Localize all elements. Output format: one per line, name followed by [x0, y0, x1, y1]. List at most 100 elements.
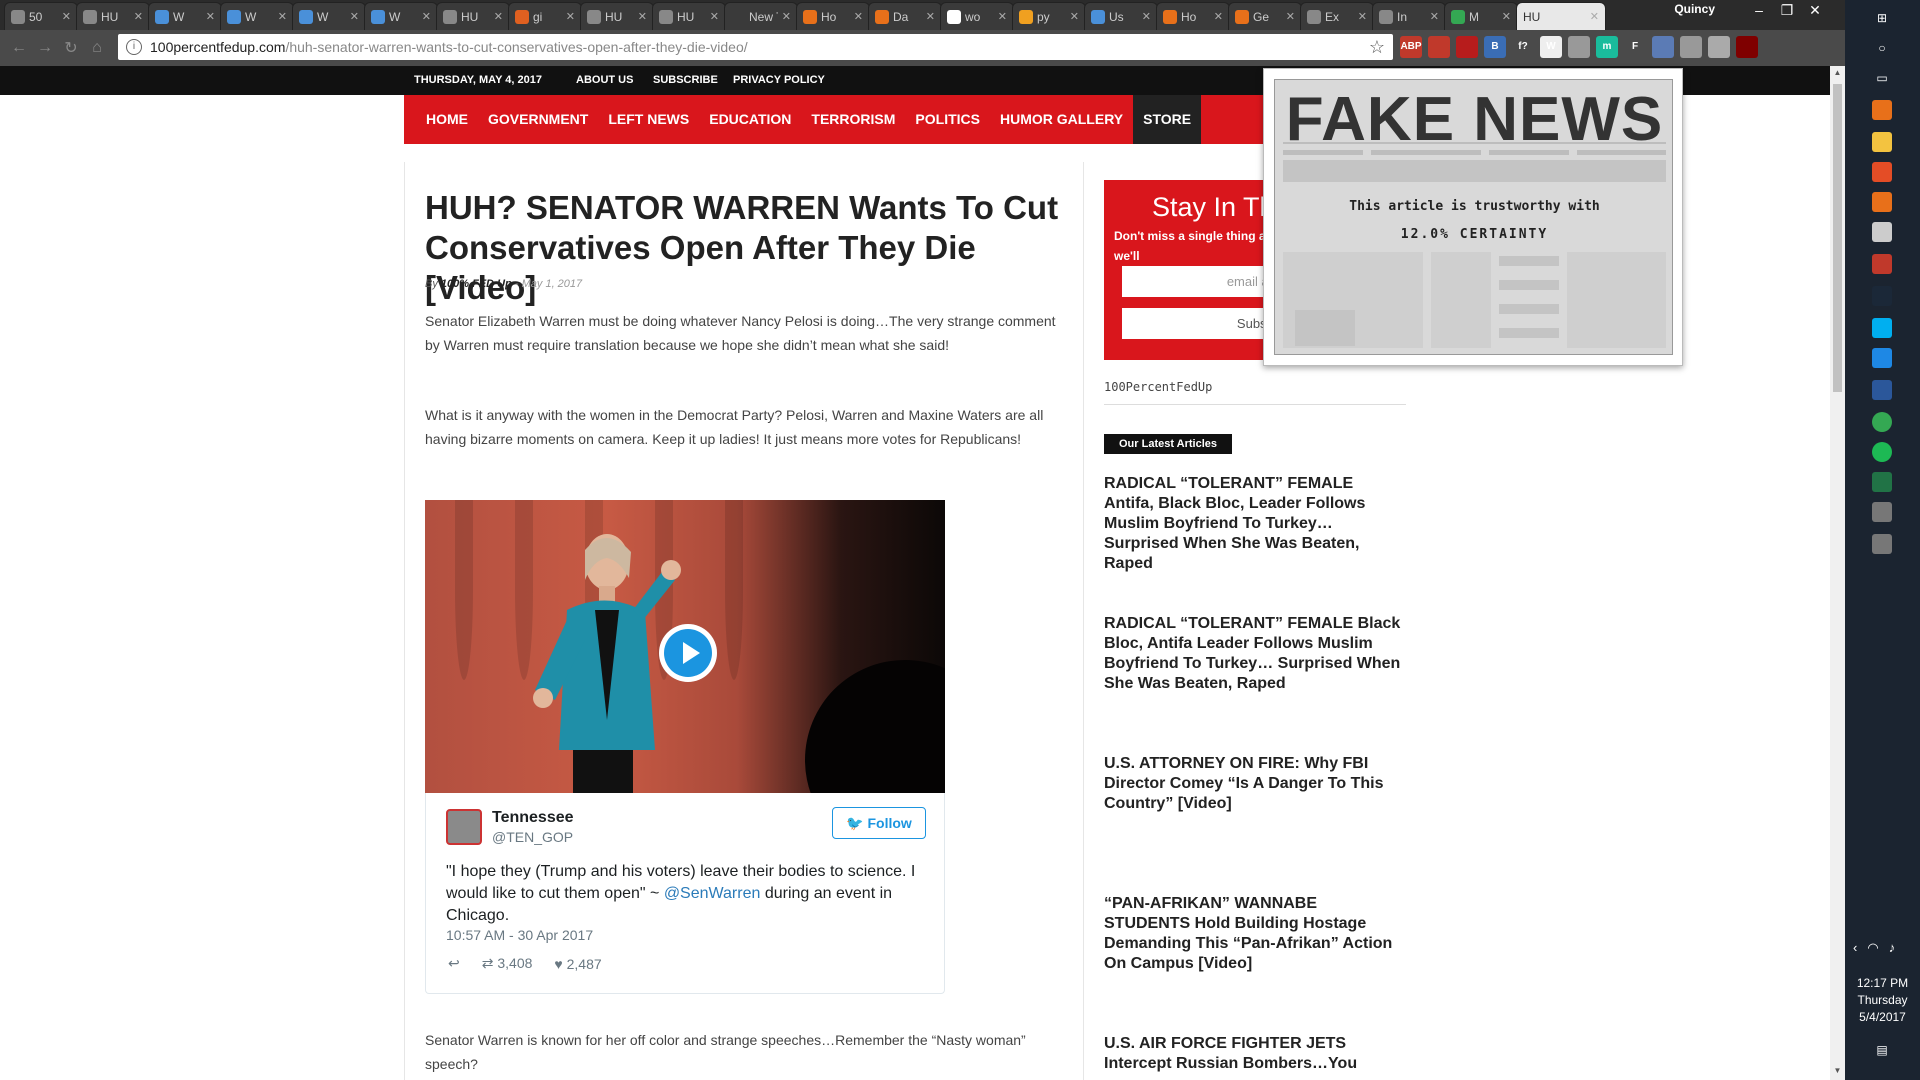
- browser-tab[interactable]: In ✕: [1372, 2, 1446, 30]
- tab-close-icon[interactable]: ✕: [1142, 10, 1151, 23]
- close-window-icon[interactable]: ✕: [1801, 0, 1829, 22]
- excel-icon[interactable]: [1872, 472, 1892, 492]
- like-action[interactable]: ♥ 2,487: [554, 956, 601, 972]
- tab-close-icon[interactable]: ✕: [710, 10, 719, 23]
- tweet-timestamp[interactable]: 10:57 AM - 30 Apr 2017: [446, 927, 593, 943]
- tab-close-icon[interactable]: ✕: [350, 10, 359, 23]
- windows-start-icon[interactable]: ⊞: [1872, 8, 1892, 28]
- site-info-icon[interactable]: i: [126, 39, 142, 55]
- reply-icon[interactable]: ↩: [448, 955, 460, 972]
- back-icon[interactable]: ←: [6, 39, 32, 57]
- pdf-app-icon[interactable]: [1872, 100, 1892, 120]
- browser-tab[interactable]: Us ✕: [1084, 2, 1158, 30]
- nav-item-store[interactable]: STORE: [1133, 95, 1202, 144]
- home-icon[interactable]: ⌂: [84, 39, 110, 57]
- bookmark-star-icon[interactable]: ☆: [1369, 37, 1385, 58]
- browser-tab[interactable]: gi ✕: [508, 2, 582, 30]
- acrobat-app-icon[interactable]: [1872, 254, 1892, 274]
- tab-close-icon[interactable]: ✕: [62, 10, 71, 23]
- ublock-origin-icon[interactable]: [1736, 36, 1758, 58]
- wifi-icon[interactable]: ◠: [1867, 940, 1878, 956]
- fake-news-extension-icon[interactable]: F: [1624, 36, 1646, 58]
- reload-icon[interactable]: ↻: [58, 38, 84, 58]
- browser-tab[interactable]: W ✕: [220, 2, 294, 30]
- browser-tab[interactable]: HU ✕: [436, 2, 510, 30]
- retweet-action[interactable]: ⇄ 3,408: [482, 955, 533, 972]
- topbar-privacy-link[interactable]: PRIVACY POLICY: [733, 74, 825, 86]
- nav-item-politics[interactable]: POLITICS: [905, 95, 990, 144]
- author-link[interactable]: 100% FED Up: [441, 278, 512, 290]
- fx-extension-icon[interactable]: f?: [1512, 36, 1534, 58]
- tab-close-icon[interactable]: ✕: [422, 10, 431, 23]
- tab-close-icon[interactable]: ✕: [998, 10, 1007, 23]
- nav-item-government[interactable]: GOVERNMENT: [478, 95, 598, 144]
- latest-article-4[interactable]: “PAN-AFRIKAN” WANNABE STUDENTS Hold Buil…: [1104, 894, 1406, 974]
- tab-close-icon[interactable]: ✕: [926, 10, 935, 23]
- app-icon-13[interactable]: [1872, 534, 1892, 554]
- app-icon-8[interactable]: [1872, 348, 1892, 368]
- browser-tab[interactable]: HU ✕: [76, 2, 150, 30]
- latest-article-5[interactable]: U.S. AIR FORCE FIGHTER JETS Intercept Ru…: [1104, 1034, 1406, 1074]
- address-bar[interactable]: i 100percentfedup.com /huh-senator-warre…: [118, 34, 1393, 60]
- browser-tab[interactable]: 50 ✕: [4, 2, 78, 30]
- video-player[interactable]: [425, 500, 945, 793]
- tab-close-icon[interactable]: ✕: [1214, 10, 1223, 23]
- acrobat-icon[interactable]: [1456, 36, 1478, 58]
- browser-tab[interactable]: Ho ✕: [796, 2, 870, 30]
- tweet-avatar[interactable]: [446, 809, 482, 845]
- page-scrollbar[interactable]: ▲ ▼: [1830, 66, 1845, 1080]
- minimize-icon[interactable]: –: [1745, 0, 1773, 22]
- restore-icon[interactable]: ❐: [1773, 0, 1801, 22]
- tab-close-icon[interactable]: ✕: [1502, 10, 1511, 23]
- tool-extension-icon[interactable]: [1680, 36, 1702, 58]
- cortana-icon[interactable]: ○: [1872, 38, 1892, 58]
- latest-article-3[interactable]: U.S. ATTORNEY ON FIRE: Why FBI Director …: [1104, 754, 1406, 814]
- tab-close-icon[interactable]: ✕: [782, 10, 791, 23]
- tweet-follow-button[interactable]: 🐦 Follow: [832, 807, 926, 839]
- browser-tab[interactable]: wo ✕: [940, 2, 1014, 30]
- nav-item-home[interactable]: HOME: [416, 95, 478, 144]
- browser-tab[interactable]: Ge ✕: [1228, 2, 1302, 30]
- chrome-icon[interactable]: [1872, 412, 1892, 432]
- browser-tab[interactable]: HU ✕: [652, 2, 726, 30]
- browser-tab[interactable]: py ✕: [1012, 2, 1086, 30]
- browser-tab[interactable]: New T ✕: [724, 2, 798, 30]
- scroll-up-icon[interactable]: ▲: [1830, 68, 1845, 77]
- tab-close-icon[interactable]: ✕: [1286, 10, 1295, 23]
- word-icon[interactable]: [1872, 380, 1892, 400]
- tab-close-icon[interactable]: ✕: [278, 10, 287, 23]
- browser-tab[interactable]: W ✕: [292, 2, 366, 30]
- system-clock[interactable]: 12:17 PM Thursday 5/4/2017: [1845, 975, 1920, 1026]
- ublock-icon[interactable]: [1428, 36, 1450, 58]
- git-app-icon[interactable]: [1872, 162, 1892, 182]
- profile-name[interactable]: Quincy: [1674, 2, 1715, 16]
- latest-article-1[interactable]: RADICAL “TOLERANT” FEMALE Antifa, Black …: [1104, 474, 1406, 574]
- forward-icon[interactable]: →: [32, 39, 58, 57]
- browser-tab[interactable]: W ✕: [364, 2, 438, 30]
- tab-close-icon[interactable]: ✕: [206, 10, 215, 23]
- tab-close-icon[interactable]: ✕: [134, 10, 143, 23]
- task-view-icon[interactable]: ▭: [1872, 68, 1892, 88]
- app-icon-4[interactable]: [1872, 192, 1892, 212]
- scroll-down-icon[interactable]: ▼: [1830, 1066, 1845, 1075]
- browser-tab[interactable]: HU ✕: [580, 2, 654, 30]
- file-explorer-icon[interactable]: [1872, 132, 1892, 152]
- m-extension-icon[interactable]: m: [1596, 36, 1618, 58]
- browser-tab[interactable]: Ho ✕: [1156, 2, 1230, 30]
- tab-close-icon[interactable]: ✕: [494, 10, 503, 23]
- tab-close-icon[interactable]: ✕: [854, 10, 863, 23]
- browser-tab[interactable]: Da ✕: [868, 2, 942, 30]
- app-icon-12[interactable]: [1872, 502, 1892, 522]
- tweet-mention-link[interactable]: @SenWarren: [664, 885, 761, 902]
- scrollbar-thumb[interactable]: [1833, 84, 1842, 392]
- adblock-plus-icon[interactable]: ABP: [1400, 36, 1422, 58]
- topbar-subscribe-link[interactable]: SUBSCRIBE: [653, 74, 718, 86]
- tweet-author-handle[interactable]: @TEN_GOP: [492, 829, 573, 845]
- spotify-icon[interactable]: [1872, 442, 1892, 462]
- tab-close-icon[interactable]: ✕: [1430, 10, 1439, 23]
- tab-close-icon[interactable]: ✕: [566, 10, 575, 23]
- app-icon-5[interactable]: [1872, 222, 1892, 242]
- tab-close-icon[interactable]: ✕: [1590, 10, 1599, 23]
- chat-extension-icon[interactable]: [1568, 36, 1590, 58]
- tweet-author-name[interactable]: Tennessee: [492, 809, 574, 827]
